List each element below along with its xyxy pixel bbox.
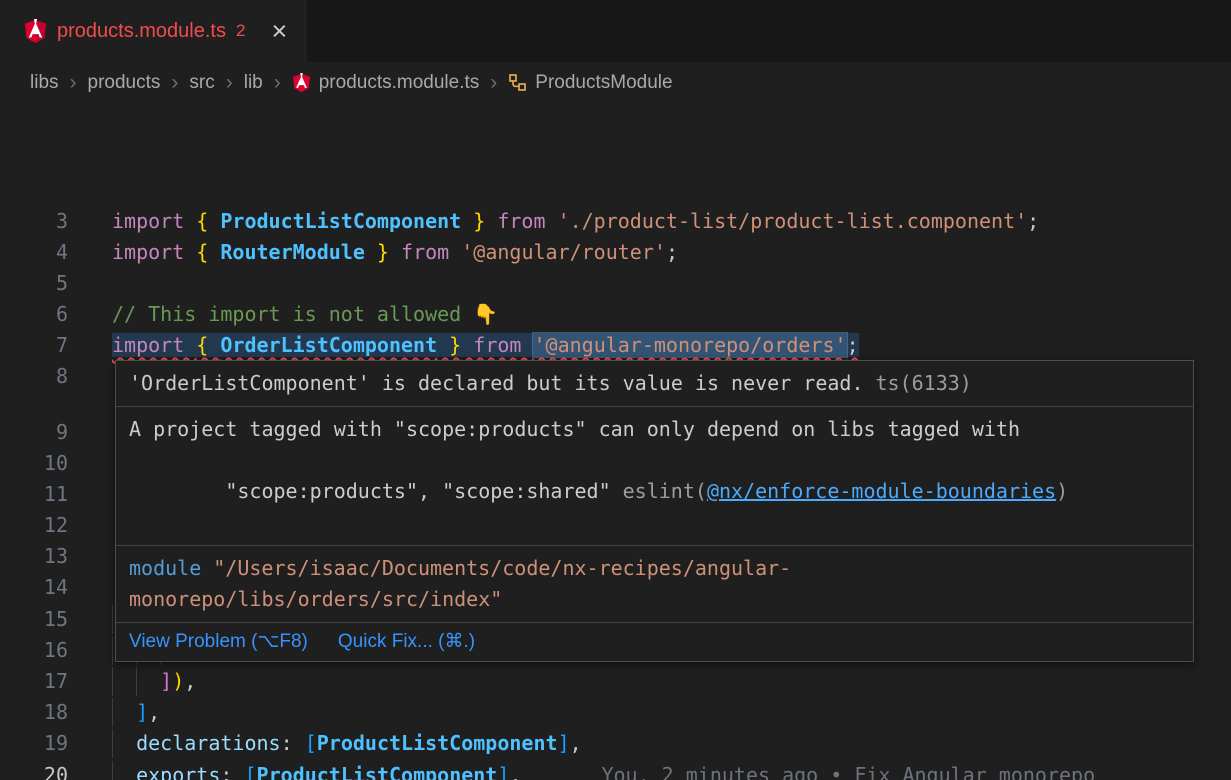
- breadcrumb-file-label: products.module.ts: [319, 72, 480, 94]
- angular-file-icon: [292, 73, 311, 93]
- ts-error-code: ts(6133): [876, 371, 972, 395]
- eslint-diagnostic-section: A project tagged with "scope:products" c…: [116, 407, 1193, 546]
- line-number[interactable]: 3: [0, 206, 68, 237]
- chevron-right-icon: ›: [490, 72, 497, 93]
- tab-products-module-ts[interactable]: products.module.ts 2 ×: [0, 0, 306, 62]
- ts-diagnostic-section: 'OrderListComponent' is declared but its…: [116, 361, 1193, 407]
- eslint-message-line2: "scope:products", "scope:shared" eslint(@…: [129, 445, 1180, 538]
- breadcrumb-item-lib[interactable]: lib: [244, 72, 263, 94]
- hover-action-bar: View Problem (⌥F8) Quick Fix... (⌘.): [116, 623, 1193, 661]
- code-line[interactable]: 3import { ProductListComponent } from '.…: [0, 206, 1231, 237]
- code-line[interactable]: 6// This import is not allowed 👇: [0, 299, 1231, 330]
- line-number[interactable]: 9: [0, 417, 68, 448]
- indent-guide: [136, 667, 137, 696]
- line-number[interactable]: 14: [0, 572, 68, 603]
- eslint-source-prefix: eslint(: [623, 479, 707, 503]
- module-info-line1: module "/Users/isaac/Documents/code/nx-re…: [129, 553, 1180, 584]
- line-number[interactable]: 5: [0, 268, 68, 299]
- indent-guide: [112, 667, 113, 696]
- chevron-right-icon: ›: [274, 72, 281, 93]
- indent-guide: [112, 729, 113, 758]
- line-number[interactable]: 4: [0, 237, 68, 268]
- line-number[interactable]: 8: [0, 361, 68, 392]
- indent-guide: [112, 698, 113, 727]
- module-info-section: module "/Users/isaac/Documents/code/nx-re…: [116, 546, 1193, 623]
- breadcrumb-item-products[interactable]: products: [88, 72, 161, 94]
- view-problem-button[interactable]: View Problem (⌥F8): [129, 627, 308, 657]
- line-number[interactable]: 12: [0, 510, 68, 541]
- close-icon[interactable]: ×: [271, 18, 287, 45]
- code-line[interactable]: 5: [0, 268, 1231, 299]
- line-number[interactable]: 15: [0, 604, 68, 635]
- breadcrumb-item-symbol[interactable]: ProductsModule: [508, 72, 672, 94]
- tab-problem-count-badge: 2: [236, 21, 245, 41]
- quick-fix-button[interactable]: Quick Fix... (⌘.): [338, 627, 475, 657]
- eslint-rule-link[interactable]: @nx/enforce-module-boundaries: [707, 479, 1056, 503]
- chevron-right-icon: ›: [226, 72, 233, 93]
- breadcrumb-symbol-label: ProductsModule: [535, 72, 672, 94]
- indent-guide: [112, 605, 113, 634]
- code-editor[interactable]: 3import { ProductListComponent } from '.…: [0, 103, 1231, 780]
- line-number[interactable]: 17: [0, 666, 68, 697]
- line-number[interactable]: 16: [0, 635, 68, 666]
- module-keyword: module: [129, 556, 201, 580]
- module-path-line1: "/Users/isaac/Documents/code/nx-recipes/…: [213, 556, 791, 580]
- chevron-right-icon: ›: [171, 72, 178, 93]
- diagnostic-hover-popup: 'OrderListComponent' is declared but its…: [115, 360, 1194, 662]
- eslint-message-line2-text: "scope:products", "scope:shared": [225, 479, 610, 503]
- line-number[interactable]: 7: [0, 330, 68, 361]
- angular-icon: [24, 19, 47, 44]
- tab-title: products.module.ts: [57, 20, 226, 43]
- tab-bar: products.module.ts 2 ×: [0, 0, 1231, 62]
- breadcrumb-item-libs[interactable]: libs: [30, 72, 59, 94]
- code-line[interactable]: 17 ]),: [0, 666, 1231, 697]
- module-symbol-icon: [508, 73, 527, 92]
- line-number[interactable]: 6: [0, 299, 68, 330]
- line-number[interactable]: 10: [0, 448, 68, 479]
- indent-guide: [112, 636, 113, 665]
- code-line[interactable]: 4import { RouterModule } from '@angular/…: [0, 237, 1231, 268]
- line-number[interactable]: 11: [0, 479, 68, 510]
- breadcrumb-item-src[interactable]: src: [189, 72, 214, 94]
- indent-guide: [112, 761, 113, 780]
- module-path-line2: monorepo/libs/orders/src/index": [129, 587, 502, 611]
- breadcrumb-item-file[interactable]: products.module.ts: [292, 72, 480, 94]
- eslint-message-line1: A project tagged with "scope:products" c…: [129, 414, 1180, 445]
- code-line-with-error[interactable]: 7 import { OrderListComponent } from '@an…: [0, 330, 1231, 361]
- code-line[interactable]: 18 ],: [0, 697, 1231, 728]
- chevron-right-icon: ›: [70, 72, 77, 93]
- line-number[interactable]: 13: [0, 541, 68, 572]
- line-number[interactable]: 18: [0, 697, 68, 728]
- module-info-line2: monorepo/libs/orders/src/index": [129, 584, 1180, 615]
- code-line[interactable]: 19 declarations: [ProductListComponent],: [0, 728, 1231, 759]
- line-number[interactable]: 20: [0, 760, 68, 780]
- error-squiggle-range[interactable]: import { OrderListComponent } from '@ang…: [112, 333, 859, 357]
- ts-error-message: 'OrderListComponent' is declared but its…: [129, 371, 864, 395]
- git-blame-annotation: You, 2 minutes ago • Fix Angular monorep…: [601, 763, 1095, 780]
- line-number[interactable]: 19: [0, 728, 68, 759]
- code-line-active[interactable]: 20 exports: [ProductListComponent],You, …: [0, 760, 1231, 780]
- eslint-source-suffix: ): [1056, 479, 1068, 503]
- breadcrumb: libs › products › src › lib › products.m…: [0, 62, 1231, 103]
